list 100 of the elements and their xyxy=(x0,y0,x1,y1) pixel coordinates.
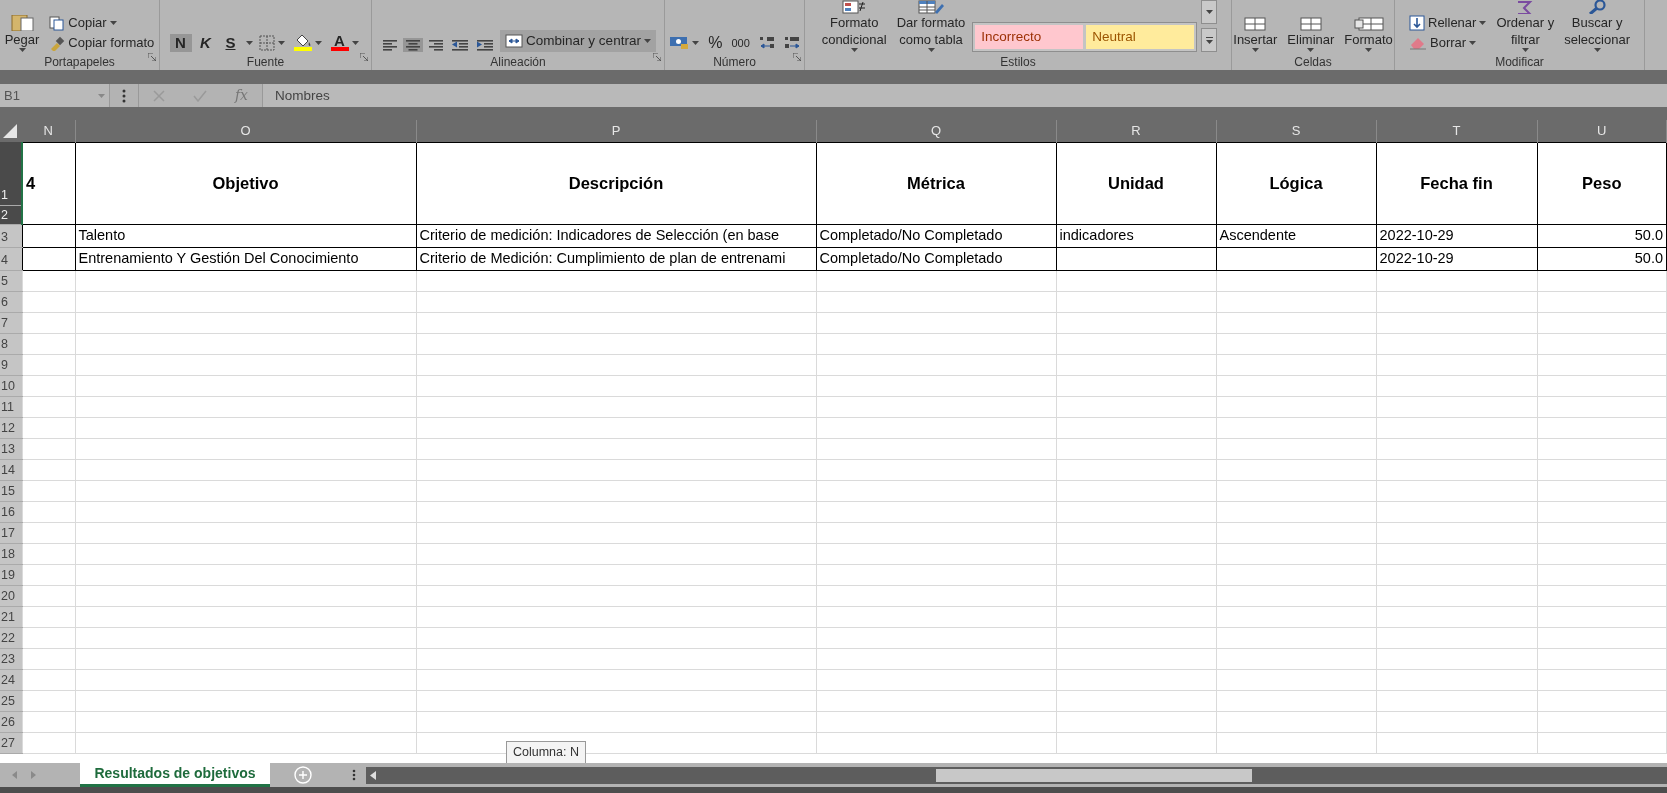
row-header[interactable]: 20 xyxy=(0,585,22,607)
row-header[interactable]: 27 xyxy=(0,732,22,754)
ribbon-button[interactable] xyxy=(403,38,424,52)
ribbon-button[interactable]: Copiar formato xyxy=(46,34,158,52)
align-left-icon xyxy=(383,39,398,51)
ribbon-button[interactable]: Ordenar y filtrar xyxy=(1493,0,1558,52)
column-header[interactable]: U xyxy=(1537,120,1667,142)
column-header[interactable]: N xyxy=(22,120,75,142)
ribbon-button[interactable]: Formato condicional xyxy=(818,0,890,52)
row-header[interactable]: 14 xyxy=(0,459,22,481)
color-button[interactable]: A xyxy=(327,33,362,52)
scroll-left-icon xyxy=(370,770,376,780)
ribbon-button[interactable]: Dar formato como tabla xyxy=(893,0,969,52)
row-header[interactable]: 12 xyxy=(0,417,22,439)
brush-icon xyxy=(49,35,66,51)
grid-icon xyxy=(1353,17,1384,31)
row-header[interactable]: 6 xyxy=(0,291,22,313)
ribbon-button[interactable]: Rellenar xyxy=(1406,14,1490,32)
ribbon-button[interactable]: Formato xyxy=(1341,17,1396,52)
grid-icon xyxy=(1244,17,1267,31)
dialog-launcher-icon[interactable] xyxy=(360,53,368,62)
cell-style[interactable]: Neutral xyxy=(1086,25,1195,49)
group-label: Número xyxy=(713,55,756,69)
row-header[interactable]: 8 xyxy=(0,333,22,355)
more-options-icon xyxy=(122,88,126,103)
format-toggle[interactable]: S xyxy=(219,33,242,52)
column-header[interactable]: Q xyxy=(816,120,1056,142)
row-header[interactable]: 22 xyxy=(0,627,22,649)
table-cell-text: 50.0 xyxy=(1634,249,1663,268)
row-header[interactable]: 25 xyxy=(0,690,22,712)
ribbon-button[interactable]: 000 xyxy=(728,34,753,52)
dialog-launcher-icon[interactable] xyxy=(148,53,156,62)
row-header[interactable]: 10 xyxy=(0,375,22,397)
row-header[interactable]: 23 xyxy=(0,648,22,670)
dialog-launcher-icon[interactable] xyxy=(793,53,801,62)
ribbon-button[interactable]: Insertar xyxy=(1230,17,1281,52)
sheet-tab[interactable]: Resultados de objetivos xyxy=(80,763,270,787)
row-header[interactable]: 24 xyxy=(0,669,22,691)
row-header[interactable]: 18 xyxy=(0,543,22,565)
borders-icon xyxy=(258,34,275,51)
select-all-icon[interactable] xyxy=(3,124,17,139)
horizontal-scrollbar[interactable] xyxy=(366,766,1667,784)
table-cell-text: Completado/No Completado xyxy=(819,226,1003,246)
column-header[interactable]: P xyxy=(416,120,816,142)
table-cell-text: 2022-10-29 xyxy=(1379,226,1454,246)
clipboard-icon xyxy=(10,15,34,31)
header-cell: Unidad xyxy=(1056,142,1216,225)
more-button[interactable] xyxy=(1201,28,1218,52)
row-header[interactable]: 5 xyxy=(0,270,22,292)
ribbon-button[interactable]: Combinar y centrar xyxy=(500,30,656,52)
header-cell: Descripción xyxy=(416,142,816,225)
header-cell: Peso xyxy=(1537,142,1667,225)
ribbon-button[interactable]: Eliminar xyxy=(1284,17,1338,52)
row-header[interactable]: 13 xyxy=(0,438,22,460)
money-icon xyxy=(669,36,690,50)
row-header[interactable]: 16 xyxy=(0,501,22,523)
format-toggle[interactable]: K xyxy=(194,33,217,52)
formula-field[interactable]: Nombres xyxy=(263,84,1667,107)
cell-style[interactable]: Incorrecto xyxy=(975,25,1084,49)
row-header[interactable]: 26 xyxy=(0,711,22,733)
indent-decrease-icon xyxy=(452,39,469,51)
row-header[interactable]: 15 xyxy=(0,480,22,502)
grid-icon xyxy=(1299,17,1322,31)
ribbon-button[interactable]: Buscar y seleccionar xyxy=(1561,0,1633,52)
ribbon-button[interactable]: % xyxy=(705,34,726,52)
more-icon xyxy=(1205,36,1213,44)
column-header[interactable]: O xyxy=(75,120,416,142)
row-header[interactable]: 21 xyxy=(0,606,22,628)
row-header[interactable]: 3 xyxy=(0,224,22,248)
table-cell-text: Completado/No Completado xyxy=(819,249,1003,268)
row-header[interactable]: 11 xyxy=(0,396,22,418)
row-header[interactable]: 2 xyxy=(0,205,22,225)
ribbon-button[interactable]: Copiar xyxy=(46,14,120,32)
scroll-button[interactable] xyxy=(1201,0,1218,24)
row-header[interactable]: 17 xyxy=(0,522,22,544)
row-header[interactable]: 7 xyxy=(0,312,22,334)
tooltip: Columna: N xyxy=(506,741,586,763)
caret-icon xyxy=(1205,10,1213,14)
more-options-icon xyxy=(352,769,356,781)
column-header[interactable]: S xyxy=(1216,120,1376,142)
row-header[interactable]: 1 xyxy=(0,142,22,205)
name-box[interactable]: B1 xyxy=(0,84,110,107)
dialog-launcher-icon[interactable] xyxy=(653,53,661,62)
align-right-icon xyxy=(429,39,444,51)
fill-down-icon xyxy=(1409,15,1425,31)
table-cell-text: indicadores xyxy=(1059,226,1134,246)
decimal-decrease-icon xyxy=(783,36,800,50)
column-header[interactable]: R xyxy=(1056,120,1216,142)
table-cell-text: Criterio de Medición: Cumplimiento de plan de entrenami xyxy=(419,249,786,268)
row-header[interactable]: 19 xyxy=(0,564,22,586)
format-toggle[interactable]: N xyxy=(169,33,192,52)
table-cell-text: Talento xyxy=(78,226,126,246)
row-header[interactable]: 4 xyxy=(0,247,22,271)
row-header[interactable]: 9 xyxy=(0,354,22,376)
column-header[interactable]: T xyxy=(1376,120,1537,142)
group-label: Celdas xyxy=(1294,55,1332,69)
ribbon-button[interactable]: Pegar xyxy=(1,15,43,52)
header-cell: Objetivo xyxy=(75,142,416,225)
ribbon-button[interactable]: Borrar xyxy=(1406,34,1480,52)
group-label: Portapapeles xyxy=(44,55,115,69)
